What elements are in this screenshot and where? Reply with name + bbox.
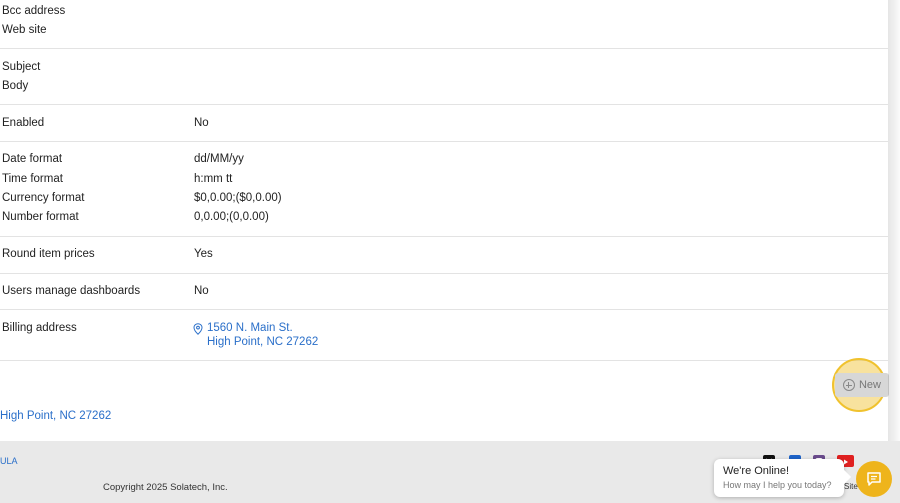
panel-edge-shadow bbox=[888, 0, 900, 503]
field-label-time-format: Time format bbox=[2, 173, 63, 185]
divider bbox=[0, 360, 888, 361]
divider bbox=[0, 273, 888, 274]
divider bbox=[0, 48, 888, 49]
field-label-billing-address: Billing address bbox=[2, 322, 77, 334]
chat-subtitle: How may I help you today? bbox=[723, 480, 832, 490]
billing-street[interactable]: 1560 N. Main St. bbox=[207, 322, 293, 334]
field-label-number-format: Number format bbox=[2, 211, 79, 223]
address-city-link[interactable]: High Point, NC 27262 bbox=[0, 410, 111, 422]
copyright-text: Copyright 2025 Solatech, Inc. bbox=[103, 482, 228, 493]
field-label-users-manage-dashboards: Users manage dashboards bbox=[2, 285, 141, 297]
divider bbox=[0, 104, 888, 105]
field-label-enabled: Enabled bbox=[2, 117, 45, 129]
chat-icon bbox=[867, 472, 881, 486]
field-value-date-format: dd/MM/yy bbox=[194, 153, 244, 165]
billing-city[interactable]: High Point, NC 27262 bbox=[207, 336, 318, 348]
chat-greeting-bubble[interactable]: We're Online! How may I help you today? bbox=[714, 459, 844, 497]
divider bbox=[0, 141, 888, 142]
divider bbox=[0, 309, 888, 310]
field-value-number-format: 0,0.00;(0,0.00) bbox=[194, 211, 269, 223]
eula-link[interactable]: ULA bbox=[0, 456, 18, 466]
field-label-round-item-prices: Round item prices bbox=[2, 248, 95, 260]
field-value-users-manage-dashboards: No bbox=[194, 285, 209, 297]
record-details-panel: Bcc address Web site Subject Body Enable… bbox=[0, 0, 890, 440]
field-label-date-format: Date format bbox=[2, 153, 63, 165]
map-pin-icon bbox=[193, 323, 203, 335]
field-label-currency-format: Currency format bbox=[2, 192, 85, 204]
field-label-subject: Subject bbox=[2, 61, 41, 73]
new-button-label: New bbox=[858, 379, 881, 391]
chat-title: We're Online! bbox=[723, 465, 790, 477]
field-value-currency-format: $0,0.00;($0,0.00) bbox=[194, 192, 282, 204]
field-label-bcc-address: Bcc address bbox=[2, 5, 66, 17]
field-label-web-site: Web site bbox=[2, 24, 47, 36]
field-label-body: Body bbox=[2, 80, 29, 92]
divider bbox=[0, 236, 888, 237]
chat-launcher-button[interactable] bbox=[856, 461, 892, 497]
new-button[interactable]: New bbox=[835, 373, 889, 397]
plus-circle-icon bbox=[842, 379, 855, 391]
field-value-round-item-prices: Yes bbox=[194, 248, 213, 260]
field-value-enabled: No bbox=[194, 117, 209, 129]
field-value-time-format: h:mm tt bbox=[194, 173, 233, 185]
